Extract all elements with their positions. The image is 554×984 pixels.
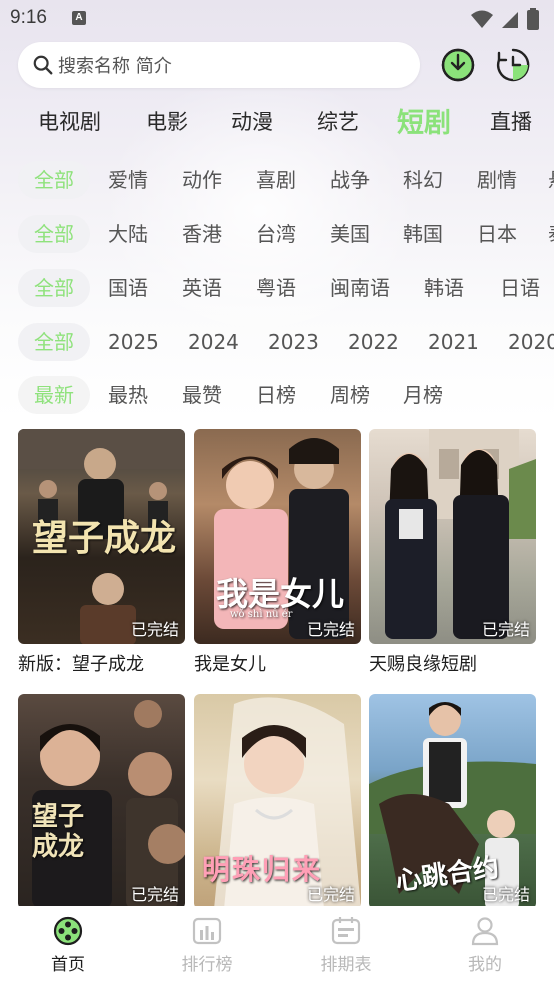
system-icons (470, 8, 540, 30)
chip-region[interactable]: 大陆 (108, 215, 148, 253)
history-icon[interactable] (496, 48, 530, 82)
chip-region[interactable]: 日本 (477, 215, 517, 253)
poster-title-text: 望子成龙 (32, 517, 177, 559)
filter-row-year: 全部 2025 2024 2023 2022 2021 2020 (0, 323, 554, 363)
chip-sort[interactable]: 最赞 (182, 376, 222, 414)
chip-genre[interactable]: 战争 (330, 161, 370, 199)
chip-language-all[interactable]: 全部 (18, 269, 90, 307)
tab-tv-series[interactable]: 电视剧 (38, 106, 101, 136)
search-input[interactable]: 搜索名称 简介 (18, 42, 420, 88)
video-card[interactable]: 我是女儿 wǒ shì nǚ ér 已完结 我是女儿 (194, 429, 361, 676)
chip-genre-all[interactable]: 全部 (18, 161, 90, 199)
chip-sort-latest[interactable]: 最新 (18, 376, 90, 414)
chip-genre[interactable]: 爱情 (108, 161, 148, 199)
signal-icon (502, 12, 518, 28)
search-icon (33, 55, 53, 75)
wifi-icon (471, 10, 493, 28)
chip-region[interactable]: 香港 (182, 215, 222, 253)
tab-anime[interactable]: 动漫 (231, 106, 273, 136)
nav-label: 首页 (51, 955, 85, 975)
chip-sort[interactable]: 日榜 (256, 376, 296, 414)
nav-label: 排行榜 (181, 955, 233, 975)
filter-row-sort: 最新 最热 最赞 日榜 周榜 月榜 (0, 376, 554, 416)
nav-label: 排期表 (320, 955, 372, 975)
chip-year[interactable]: 2023 (268, 323, 319, 361)
user-icon (471, 917, 499, 946)
nav-schedule[interactable]: 排期表 (306, 916, 386, 975)
chip-year[interactable]: 2022 (348, 323, 399, 361)
calendar-icon (331, 917, 361, 945)
video-card[interactable]: 心跳合约 已完结 (369, 694, 536, 909)
status-badge: 已完结 (130, 885, 179, 904)
status-time: 9:16 (10, 7, 47, 28)
main-category-tabs: 电视剧 电影 动漫 综艺 短剧 直播 (0, 100, 554, 140)
filter-row-region: 全部 大陆 香港 台湾 美国 韩国 日本 泰 (0, 215, 554, 255)
status-badge: 已完结 (481, 885, 530, 904)
bottom-navigation: 首页 排行榜 排期表 我的 (0, 906, 554, 984)
status-badge: 已完结 (306, 885, 355, 904)
chip-language[interactable]: 韩语 (424, 269, 464, 307)
search-placeholder: 搜索名称 简介 (58, 56, 172, 77)
battery-icon (527, 8, 539, 30)
video-card[interactable]: 望子成龙 已完结 (18, 694, 185, 909)
poster-image: 望子成龙 已完结 (18, 429, 185, 644)
chip-genre[interactable]: 悬 (548, 161, 554, 199)
poster-title-text: 望子成龙 (32, 802, 85, 862)
poster-image: 心跳合约 已完结 (369, 694, 536, 909)
chip-language[interactable]: 日语 (500, 269, 540, 307)
chip-year[interactable]: 2024 (188, 323, 239, 361)
chip-region[interactable]: 韩国 (403, 215, 443, 253)
chip-genre[interactable]: 动作 (182, 161, 222, 199)
tab-variety[interactable]: 综艺 (317, 106, 359, 136)
chip-region[interactable]: 台湾 (256, 215, 296, 253)
chip-year-all[interactable]: 全部 (18, 323, 90, 361)
chip-region-all[interactable]: 全部 (18, 215, 90, 253)
status-badge: 已完结 (130, 620, 179, 639)
nav-label: 我的 (468, 955, 502, 975)
nav-home[interactable]: 首页 (28, 916, 108, 975)
poster-image: 已完结 (369, 429, 536, 644)
filter-row-language: 全部 国语 英语 粤语 闽南语 韩语 日语 (0, 269, 554, 309)
video-card[interactable]: 明珠归来 已完结 (194, 694, 361, 909)
chip-sort[interactable]: 最热 (108, 376, 148, 414)
video-title: 天赐良缘短剧 (369, 654, 477, 675)
status-badge: 已完结 (481, 620, 530, 639)
chip-genre[interactable]: 科幻 (403, 161, 443, 199)
chart-icon (192, 917, 222, 945)
download-icon[interactable] (441, 48, 475, 82)
chip-genre[interactable]: 喜剧 (256, 161, 296, 199)
video-card[interactable]: 已完结 天赐良缘短剧 (369, 429, 536, 676)
nav-ranking[interactable]: 排行榜 (167, 916, 247, 975)
tab-movies[interactable]: 电影 (146, 106, 188, 136)
status-badge: 已完结 (306, 620, 355, 639)
chip-genre[interactable]: 剧情 (477, 161, 517, 199)
chip-year[interactable]: 2021 (428, 323, 479, 361)
chip-sort[interactable]: 月榜 (403, 376, 443, 414)
video-card[interactable]: 望子成龙 已完结 新版：望子成龙 (18, 429, 185, 676)
chip-region[interactable]: 泰 (548, 215, 554, 253)
film-reel-icon (53, 916, 83, 946)
filter-row-genre: 全部 爱情 动作 喜剧 战争 科幻 剧情 悬 (0, 161, 554, 201)
poster-image: 我是女儿 wǒ shì nǚ ér 已完结 (194, 429, 361, 644)
status-bar: 9:16 A (0, 0, 554, 38)
poster-image: 望子成龙 已完结 (18, 694, 185, 909)
chip-language[interactable]: 粤语 (256, 269, 296, 307)
chip-language[interactable]: 国语 (108, 269, 148, 307)
poster-image: 明珠归来 已完结 (194, 694, 361, 909)
notification-icon: A (72, 11, 86, 25)
chip-language[interactable]: 英语 (182, 269, 222, 307)
tab-short-drama[interactable]: 短剧 (397, 101, 451, 140)
chip-region[interactable]: 美国 (330, 215, 370, 253)
chip-language[interactable]: 闽南语 (330, 269, 390, 307)
chip-sort[interactable]: 周榜 (330, 376, 370, 414)
poster-title-text: 明珠归来 (202, 853, 323, 886)
chip-year[interactable]: 2020 (508, 323, 554, 361)
poster-figures (385, 429, 536, 639)
poster-pinyin-text: wǒ shì nǚ ér (230, 609, 293, 620)
video-title: 新版：望子成龙 (18, 654, 144, 675)
chip-year[interactable]: 2025 (108, 323, 159, 361)
tab-live[interactable]: 直播 (490, 106, 532, 136)
video-title: 我是女儿 (194, 654, 266, 675)
nav-profile[interactable]: 我的 (445, 916, 525, 975)
